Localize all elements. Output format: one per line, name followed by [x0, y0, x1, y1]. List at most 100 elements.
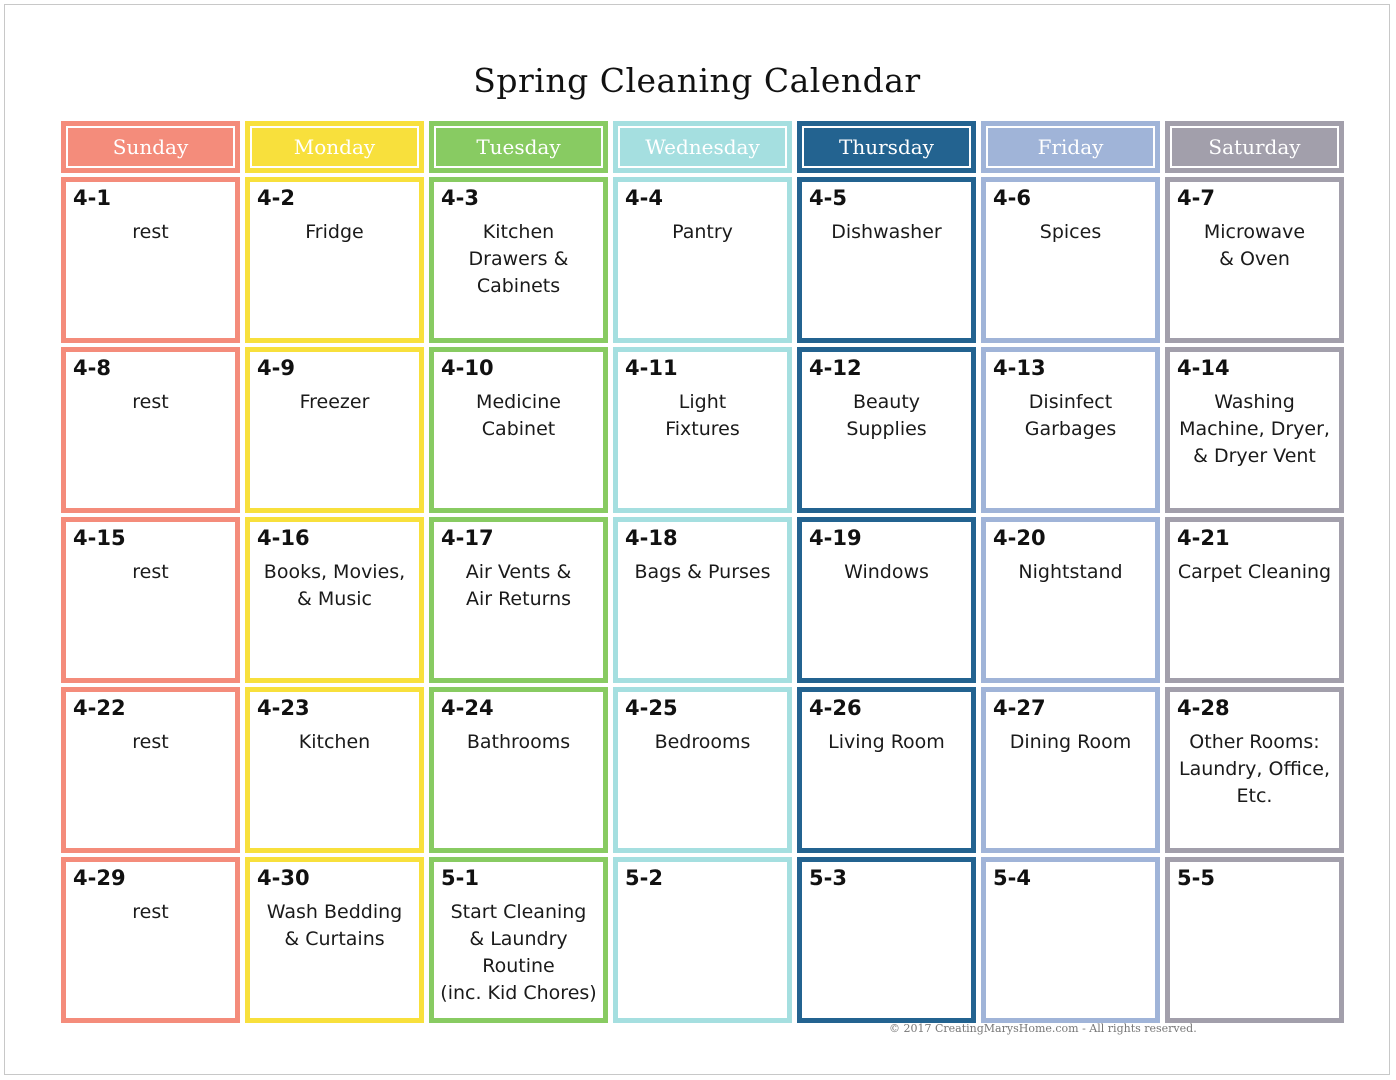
- cleaning-task: rest: [132, 561, 169, 584]
- day-header-monday: Monday: [245, 121, 424, 173]
- date-label: 5-1: [441, 866, 479, 890]
- cleaning-task: Disinfect Garbages: [1024, 391, 1117, 441]
- cleaning-task: Spices: [1039, 221, 1102, 244]
- day-header-wednesday: Wednesday: [613, 121, 792, 173]
- cleaning-task: Dishwasher: [831, 221, 942, 244]
- day-cell: 5-5: [1165, 857, 1344, 1023]
- day-cell: 4-15 rest: [61, 517, 240, 683]
- day-cell: 4-2 Fridge: [245, 177, 424, 343]
- date-label: 4-26: [809, 696, 862, 720]
- cleaning-task: rest: [132, 221, 169, 244]
- day-cell: 4-21 Carpet Cleaning: [1165, 517, 1344, 683]
- day-header-thursday: Thursday: [797, 121, 976, 173]
- date-label: 4-19: [809, 526, 862, 550]
- day-cell: 4-14 Washing Machine, Dryer, & Dryer Vent: [1165, 347, 1344, 513]
- cleaning-task: Dining Room: [1009, 731, 1132, 754]
- day-header-saturday: Saturday: [1165, 121, 1344, 173]
- date-label: 4-20: [993, 526, 1046, 550]
- cleaning-task: Other Rooms: Laundry, Office, Etc.: [1178, 731, 1330, 808]
- date-label: 4-29: [73, 866, 126, 890]
- cleaning-task: Bedrooms: [654, 731, 751, 754]
- day-cell: 4-13 Disinfect Garbages: [981, 347, 1160, 513]
- cleaning-task: Pantry: [672, 221, 733, 244]
- day-cell: 4-27 Dining Room: [981, 687, 1160, 853]
- date-label: 4-23: [257, 696, 310, 720]
- date-label: 4-16: [257, 526, 310, 550]
- date-label: 4-22: [73, 696, 126, 720]
- date-label: 4-27: [993, 696, 1046, 720]
- cleaning-task: Books, Movies, & Music: [263, 561, 406, 611]
- day-cell: 4-3 Kitchen Drawers & Cabinets: [429, 177, 608, 343]
- date-label: 5-4: [993, 866, 1031, 890]
- day-cell: 4-5 Dishwasher: [797, 177, 976, 343]
- calendar-grid: Sunday Monday Tuesday Wednesday Thursday Frid…: [61, 121, 1344, 1023]
- cleaning-task: Nightstand: [1018, 561, 1123, 584]
- day-header-label: Tuesday: [434, 126, 603, 168]
- date-label: 4-13: [993, 356, 1046, 380]
- date-label: 5-3: [809, 866, 847, 890]
- copyright-footer: © 2017 CreatingMarysHome.com - All right…: [889, 1022, 1197, 1035]
- day-cell: 4-30 Wash Bedding & Curtains: [245, 857, 424, 1023]
- date-label: 4-5: [809, 186, 847, 210]
- day-header-label: Thursday: [802, 126, 971, 168]
- date-label: 4-6: [993, 186, 1031, 210]
- day-cell: 4-19 Windows: [797, 517, 976, 683]
- cleaning-task: Kitchen: [298, 731, 371, 754]
- day-header-friday: Friday: [981, 121, 1160, 173]
- date-label: 4-28: [1177, 696, 1230, 720]
- day-header-sunday: Sunday: [61, 121, 240, 173]
- cleaning-task: Living Room: [828, 731, 945, 754]
- date-label: 4-25: [625, 696, 678, 720]
- calendar-page: Spring Cleaning Calendar Sunday Monday Tue…: [4, 4, 1390, 1075]
- day-header-label: Saturday: [1170, 126, 1339, 168]
- date-label: 4-8: [73, 356, 111, 380]
- date-label: 4-30: [257, 866, 310, 890]
- day-cell: 5-4: [981, 857, 1160, 1023]
- date-label: 4-18: [625, 526, 678, 550]
- day-cell: 4-6 Spices: [981, 177, 1160, 343]
- cleaning-task: Light Fixtures: [665, 391, 740, 441]
- day-header-tuesday: Tuesday: [429, 121, 608, 173]
- cleaning-task: Bags & Purses: [634, 561, 771, 584]
- date-label: 5-5: [1177, 866, 1215, 890]
- day-cell: 4-8 rest: [61, 347, 240, 513]
- page-title: Spring Cleaning Calendar: [473, 61, 921, 100]
- cleaning-task: Windows: [844, 561, 929, 584]
- cleaning-task: Medicine Cabinet: [476, 391, 561, 441]
- day-header-label: Friday: [986, 126, 1155, 168]
- date-label: 4-12: [809, 356, 862, 380]
- day-cell: 4-4 Pantry: [613, 177, 792, 343]
- cleaning-task: rest: [132, 901, 169, 924]
- date-label: 4-3: [441, 186, 479, 210]
- cleaning-task: Microwave & Oven: [1203, 221, 1306, 271]
- cleaning-task: Kitchen Drawers & Cabinets: [468, 221, 569, 298]
- date-label: 4-1: [73, 186, 111, 210]
- cleaning-task: Carpet Cleaning: [1177, 561, 1332, 584]
- day-cell: 4-16 Books, Movies, & Music: [245, 517, 424, 683]
- day-cell: 4-11 Light Fixtures: [613, 347, 792, 513]
- day-cell: 4-20 Nightstand: [981, 517, 1160, 683]
- date-label: 4-15: [73, 526, 126, 550]
- date-label: 4-17: [441, 526, 494, 550]
- cleaning-task: Bathrooms: [466, 731, 571, 754]
- day-cell: 4-26 Living Room: [797, 687, 976, 853]
- cleaning-task: Washing Machine, Dryer, & Dryer Vent: [1179, 391, 1330, 468]
- day-cell: 4-24 Bathrooms: [429, 687, 608, 853]
- date-label: 4-7: [1177, 186, 1215, 210]
- day-cell: 4-28 Other Rooms: Laundry, Office, Etc.: [1165, 687, 1344, 853]
- date-label: 4-11: [625, 356, 678, 380]
- cleaning-task: Air Vents & Air Returns: [465, 561, 572, 611]
- day-cell: 5-2: [613, 857, 792, 1023]
- day-cell: 4-12 Beauty Supplies: [797, 347, 976, 513]
- day-cell: 4-10 Medicine Cabinet: [429, 347, 608, 513]
- day-cell: 4-25 Bedrooms: [613, 687, 792, 853]
- date-label: 4-10: [441, 356, 494, 380]
- day-cell: 5-3: [797, 857, 976, 1023]
- date-label: 4-4: [625, 186, 663, 210]
- date-label: 4-21: [1177, 526, 1230, 550]
- date-label: 5-2: [625, 866, 663, 890]
- date-label: 4-2: [257, 186, 295, 210]
- day-cell: 5-1 Start Cleaning & Laundry Routine (inc…: [429, 857, 608, 1023]
- date-label: 4-9: [257, 356, 295, 380]
- day-cell: 4-7 Microwave & Oven: [1165, 177, 1344, 343]
